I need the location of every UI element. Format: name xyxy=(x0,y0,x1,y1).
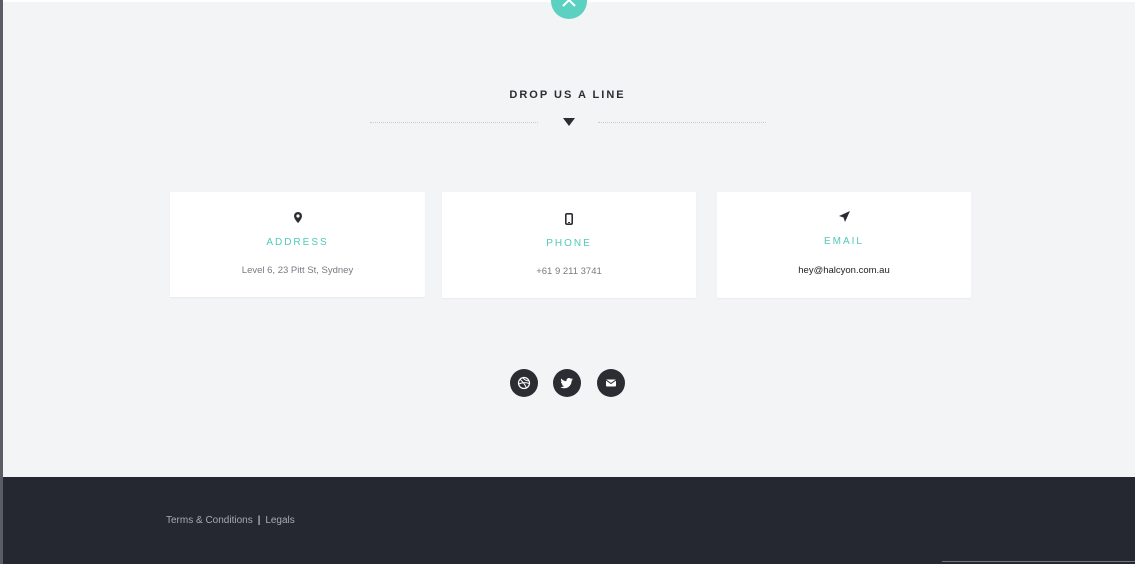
footer-links: Terms & Conditions | Legals xyxy=(166,515,295,526)
section-title: DROP US A LINE xyxy=(509,89,626,101)
dotted-divider-right xyxy=(598,122,766,124)
terms-link[interactable]: Terms & Conditions xyxy=(166,515,253,526)
phone-label: PHONE xyxy=(546,238,592,249)
twitter-icon xyxy=(560,378,573,389)
legals-link[interactable]: Legals xyxy=(265,515,294,526)
footer: Terms & Conditions | Legals xyxy=(3,477,1135,564)
caret-down-icon xyxy=(563,118,575,126)
email-card: EMAIL hey@halcyon.com.au xyxy=(717,192,971,298)
envelope-icon xyxy=(605,379,617,387)
address-value: Level 6, 23 Pitt St, Sydney xyxy=(241,265,354,276)
email-value[interactable]: hey@halcyon.com.au xyxy=(717,265,971,276)
footer-separator: | xyxy=(257,515,261,526)
bottom-edge-line xyxy=(942,561,1135,562)
chevron-up-icon xyxy=(562,0,576,7)
paper-plane-icon xyxy=(717,211,971,225)
email-label: EMAIL xyxy=(823,236,864,247)
address-card: ADDRESS Level 6, 23 Pitt St, Sydney xyxy=(170,192,425,297)
dotted-divider-left xyxy=(370,122,538,124)
dribbble-icon xyxy=(517,376,531,390)
phone-value[interactable]: +61 9 211 3741 xyxy=(442,266,696,277)
twitter-button[interactable] xyxy=(553,369,581,397)
email-button[interactable] xyxy=(597,369,625,397)
map-pin-icon xyxy=(170,212,425,226)
mobile-phone-icon xyxy=(442,213,696,227)
dribbble-button[interactable] xyxy=(510,369,538,397)
phone-card: PHONE +61 9 211 3741 xyxy=(442,192,696,298)
scroll-up-button[interactable] xyxy=(551,0,587,19)
address-label: ADDRESS xyxy=(266,237,329,248)
